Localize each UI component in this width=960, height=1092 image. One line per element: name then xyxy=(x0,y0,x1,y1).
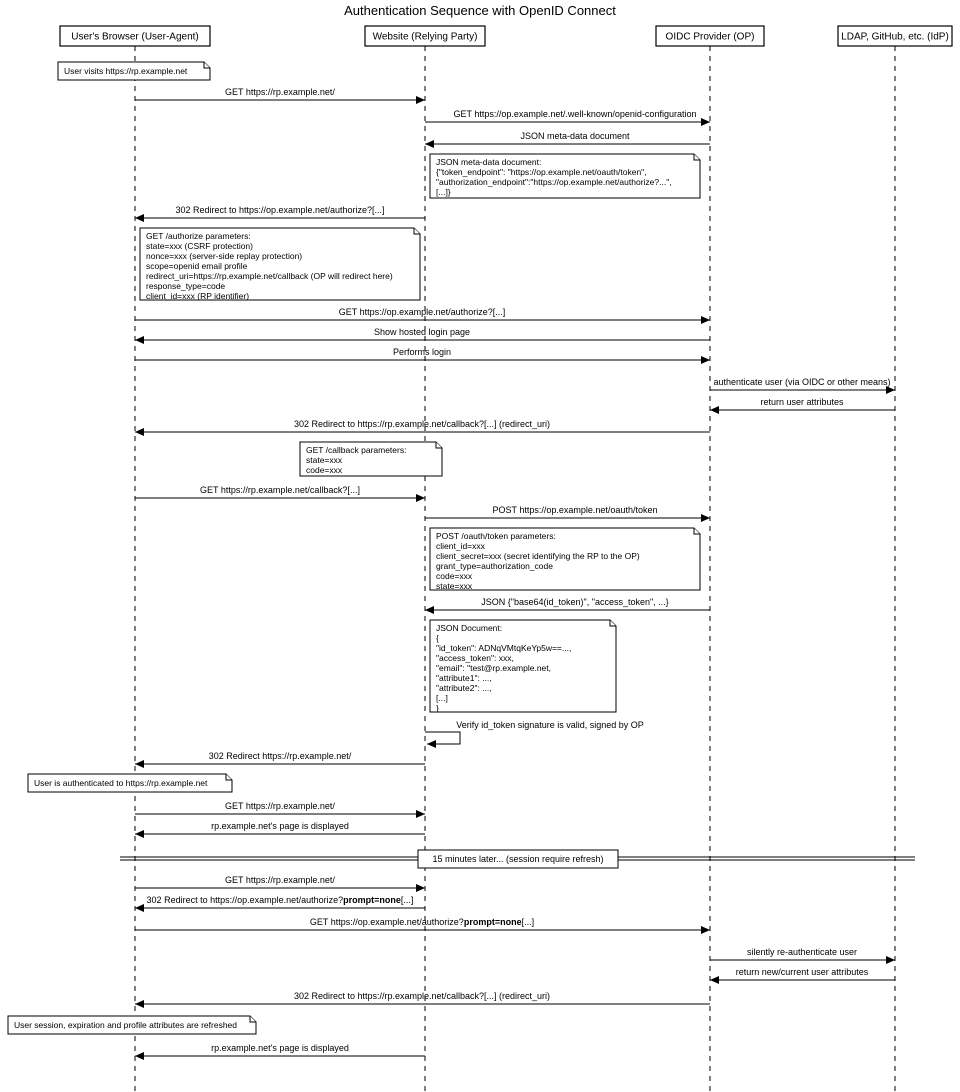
note-callback-params: GET /callback parameters: state=xxx code… xyxy=(300,442,442,476)
svg-text:[...]: [...] xyxy=(436,693,448,703)
msg-json-token: JSON {"base64(id_token)", "access_token"… xyxy=(481,597,668,607)
svg-text:GET /callback parameters:: GET /callback parameters: xyxy=(306,445,406,455)
svg-text:Verify id_token signature is v: Verify id_token signature is valid, sign… xyxy=(456,720,644,730)
msg-302-authorize: 302 Redirect to https://op.example.net/a… xyxy=(175,205,384,215)
msg-get-openid-config: GET https://op.example.net/.well-known/o… xyxy=(454,109,697,119)
svg-text:15 minutes later... (session r: 15 minutes later... (session require ref… xyxy=(432,854,603,864)
msg-get-rp: GET https://rp.example.net/ xyxy=(225,87,335,97)
svg-text:client_secret=xxx (secret iden: client_secret=xxx (secret identifying th… xyxy=(436,551,640,561)
svg-text:code=xxx: code=xxx xyxy=(306,465,343,475)
note-user-authenticated: User is authenticated to https://rp.exam… xyxy=(28,774,232,792)
msg-performs-login: Performs login xyxy=(393,347,451,357)
msg-302-redirect-rp: 302 Redirect https://rp.example.net/ xyxy=(209,751,352,761)
msg-authenticate-user: authenticate user (via OIDC or other mea… xyxy=(713,377,890,387)
note-authorize-params: GET /authorize parameters: state=xxx (CS… xyxy=(140,228,420,301)
svg-text:User's Browser (User-Agent): User's Browser (User-Agent) xyxy=(71,32,199,43)
note-user-visits: User visits https://rp.example.net xyxy=(58,62,210,80)
svg-text:"attribute1": ...,: "attribute1": ..., xyxy=(436,673,492,683)
actor-op: OIDC Provider (OP) xyxy=(656,26,764,46)
svg-text:JSON Document:: JSON Document: xyxy=(436,623,502,633)
svg-text:User visits https://rp.example: User visits https://rp.example.net xyxy=(64,66,188,76)
msg-get-rp-3: GET https://rp.example.net/ xyxy=(225,875,335,885)
svg-text:[...]}: [...]} xyxy=(436,187,451,197)
msg-verify-signature: Verify id_token signature is valid, sign… xyxy=(425,720,644,744)
msg-get-rp-2: GET https://rp.example.net/ xyxy=(225,801,335,811)
svg-text:}: } xyxy=(436,703,439,713)
svg-text:"email": "test@rp.example.net,: "email": "test@rp.example.net, xyxy=(436,663,551,673)
svg-text:{"token_endpoint": "https://op: {"token_endpoint": "https://op.example.n… xyxy=(436,167,647,177)
svg-text:JSON meta-data document:: JSON meta-data document: xyxy=(436,157,541,167)
svg-text:LDAP, GitHub, etc. (IdP): LDAP, GitHub, etc. (IdP) xyxy=(841,32,949,43)
msg-show-login: Show hosted login page xyxy=(374,327,470,337)
svg-text:grant_type=authorization_code: grant_type=authorization_code xyxy=(436,561,553,571)
svg-text:nonce=xxx (server-side replay: nonce=xxx (server-side replay protection… xyxy=(146,251,302,261)
note-json-metadata: JSON meta-data document: {"token_endpoin… xyxy=(430,154,700,198)
msg-302-prompt-none: 302 Redirect to https://op.example.net/a… xyxy=(147,895,414,905)
svg-text:"attribute2": ...,: "attribute2": ..., xyxy=(436,683,492,693)
svg-text:"authorization_endpoint":"http: "authorization_endpoint":"https://op.exa… xyxy=(436,177,672,187)
note-session-refreshed: User session, expiration and profile att… xyxy=(8,1016,256,1034)
msg-post-token: POST https://op.example.net/oauth/token xyxy=(493,505,658,515)
note-json-document: JSON Document: { "id_token": ADNqVMtqKeY… xyxy=(430,620,616,713)
actor-ua: User's Browser (User-Agent) xyxy=(60,26,210,46)
diagram-title: Authentication Sequence with OpenID Conn… xyxy=(344,3,616,18)
svg-text:User is authenticated to https: User is authenticated to https://rp.exam… xyxy=(34,778,208,788)
msg-302-callback: 302 Redirect to https://rp.example.net/c… xyxy=(294,419,550,429)
msg-return-attributes: return user attributes xyxy=(760,397,844,407)
svg-text:"id_token": ADNqVMtqKeYp5w==..: "id_token": ADNqVMtqKeYp5w==..., xyxy=(436,643,571,653)
divider-session-refresh: 15 minutes later... (session require ref… xyxy=(120,850,915,868)
svg-text:client_id=xxx (RP identifier): client_id=xxx (RP identifier) xyxy=(146,291,249,301)
svg-text:OIDC Provider (OP): OIDC Provider (OP) xyxy=(666,32,755,43)
svg-text:response_type=code: response_type=code xyxy=(146,281,225,291)
svg-text:Website (Relying Party): Website (Relying Party) xyxy=(373,32,478,43)
svg-text:"access_token": xxx,: "access_token": xxx, xyxy=(436,653,514,663)
svg-text:User session, expiration and p: User session, expiration and profile att… xyxy=(14,1020,237,1030)
sequence-diagram: Authentication Sequence with OpenID Conn… xyxy=(0,0,960,1092)
msg-get-authorize-prompt-none: GET https://op.example.net/authorize?pro… xyxy=(310,917,534,927)
msg-get-callback: GET https://rp.example.net/callback?[...… xyxy=(200,485,360,495)
svg-text:state=xxx: state=xxx xyxy=(436,581,473,591)
msg-silent-reauth: silently re-authenticate user xyxy=(747,947,857,957)
svg-text:scope=openid email profile: scope=openid email profile xyxy=(146,261,248,271)
msg-302-callback-2: 302 Redirect to https://rp.example.net/c… xyxy=(294,991,550,1001)
actor-idp: LDAP, GitHub, etc. (IdP) xyxy=(838,26,952,46)
msg-page-displayed-2: rp.example.net's page is displayed xyxy=(211,1043,349,1053)
msg-return-new-attributes: return new/current user attributes xyxy=(736,967,869,977)
svg-text:redirect_uri=https://rp.exampl: redirect_uri=https://rp.example.net/call… xyxy=(146,271,393,281)
svg-text:client_id=xxx: client_id=xxx xyxy=(436,541,486,551)
msg-json-metadata: JSON meta-data document xyxy=(520,131,630,141)
note-token-params: POST /oauth/token parameters: client_id=… xyxy=(430,528,700,591)
svg-text:code=xxx: code=xxx xyxy=(436,571,473,581)
actor-rp: Website (Relying Party) xyxy=(365,26,485,46)
msg-page-displayed: rp.example.net's page is displayed xyxy=(211,821,349,831)
svg-text:state=xxx: state=xxx xyxy=(306,455,343,465)
svg-text:{: { xyxy=(436,633,439,643)
svg-text:GET /authorize parameters:: GET /authorize parameters: xyxy=(146,231,251,241)
svg-text:state=xxx (CSRF protection): state=xxx (CSRF protection) xyxy=(146,241,253,251)
svg-text:POST /oauth/token parameters:: POST /oauth/token parameters: xyxy=(436,531,556,541)
msg-get-authorize: GET https://op.example.net/authorize?[..… xyxy=(339,307,505,317)
